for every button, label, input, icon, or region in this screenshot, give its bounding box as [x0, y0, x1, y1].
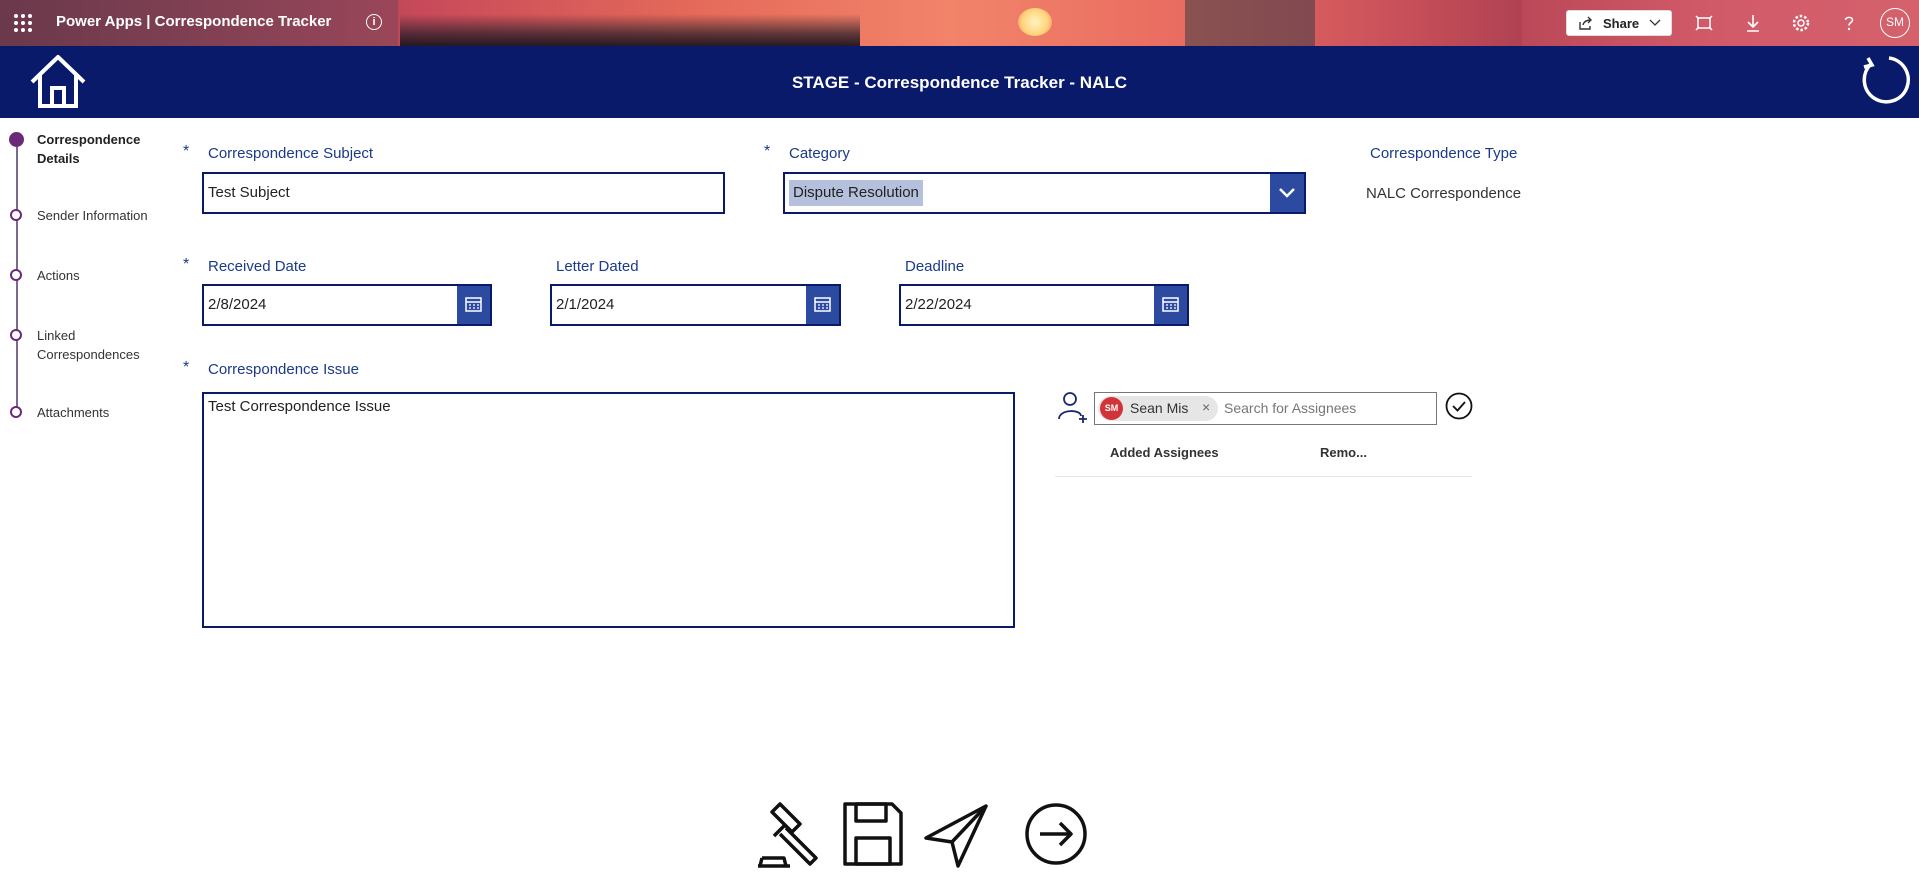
subject-value: Test Subject [208, 184, 290, 201]
dropdown-button[interactable] [1270, 174, 1304, 212]
settings-icon[interactable] [1791, 13, 1811, 33]
step-dot-icon [10, 209, 22, 221]
deadline-picker[interactable]: 2/22/2024 [899, 284, 1189, 326]
category-label: Category [789, 145, 850, 162]
column-header-added-assignees: Added Assignees [1110, 445, 1219, 460]
deadline-value: 2/22/2024 [905, 296, 972, 313]
reload-icon[interactable] [1859, 54, 1911, 106]
palm-tree-silhouette [400, 14, 860, 46]
received-date-value: 2/8/2024 [208, 296, 267, 313]
step-dot-icon [9, 132, 24, 147]
send-icon[interactable] [922, 800, 990, 868]
help-icon[interactable] [1839, 13, 1859, 33]
info-icon[interactable]: i [366, 14, 382, 30]
assignee-search-input[interactable]: Search for Assignees [1224, 400, 1356, 416]
category-dropdown[interactable]: Dispute Resolution [783, 172, 1306, 214]
fit-to-window-icon[interactable] [1694, 13, 1714, 33]
calendar-icon [465, 297, 482, 312]
received-date-label: Received Date [208, 258, 307, 275]
chevron-down-icon [1279, 188, 1295, 198]
chip-avatar: SM [1100, 397, 1123, 420]
share-icon [1579, 16, 1592, 30]
gavel-icon[interactable] [756, 800, 822, 868]
calendar-icon [814, 297, 831, 312]
app-launcher-icon[interactable] [14, 14, 32, 32]
subject-label: Correspondence Subject [208, 145, 374, 162]
confirm-check-icon[interactable] [1445, 392, 1473, 420]
required-marker: * [183, 359, 190, 376]
chevron-down-icon [1649, 19, 1661, 26]
lifeguard-tower [1185, 0, 1315, 46]
add-person-icon[interactable] [1056, 390, 1090, 424]
step-label: Correspondence Details [37, 132, 141, 166]
next-arrow-icon[interactable] [1024, 800, 1088, 868]
calendar-button[interactable] [1154, 286, 1187, 324]
step-label: Attachments [37, 405, 110, 420]
letter-dated-value: 2/1/2024 [556, 296, 615, 313]
save-icon[interactable] [842, 800, 904, 868]
assignee-chip: SM Sean Mis × [1098, 396, 1218, 421]
step-label: Linked Correspondences [37, 328, 140, 362]
sunset-sun [1018, 8, 1052, 36]
assignee-combobox[interactable]: SM Sean Mis × Search for Assignees [1094, 392, 1437, 425]
page-header: STAGE - Correspondence Tracker - NALC [0, 46, 1919, 118]
app-bar: Power Apps | Correspondence Tracker i Sh… [0, 0, 1919, 46]
download-icon[interactable] [1743, 13, 1763, 33]
chip-remove-icon[interactable]: × [1202, 399, 1210, 415]
step-dot-icon [10, 329, 22, 341]
required-marker: * [183, 143, 190, 160]
letter-dated-picker[interactable]: 2/1/2024 [550, 284, 841, 326]
required-marker: * [183, 256, 190, 273]
calendar-button[interactable] [806, 286, 839, 324]
received-date-picker[interactable]: 2/8/2024 [202, 284, 492, 326]
column-header-remove: Remo... [1320, 445, 1367, 460]
calendar-icon [1162, 297, 1179, 312]
share-button[interactable]: Share [1566, 10, 1672, 36]
home-icon[interactable] [28, 52, 88, 110]
step-label: Actions [37, 268, 80, 283]
app-title: Power Apps | Correspondence Tracker [56, 13, 332, 30]
table-divider [1055, 476, 1472, 477]
issue-label: Correspondence Issue [208, 361, 359, 378]
user-avatar[interactable]: SM [1880, 8, 1910, 38]
step-dot-icon [10, 406, 22, 418]
subject-input[interactable]: Test Subject [202, 172, 725, 214]
deadline-label: Deadline [905, 258, 965, 275]
issue-value: Test Correspondence Issue [208, 398, 391, 415]
step-label: Sender Information [37, 208, 148, 223]
type-label: Correspondence Type [1370, 145, 1518, 162]
step-dot-icon [10, 269, 22, 281]
type-value: NALC Correspondence [1366, 185, 1522, 202]
share-label: Share [1603, 16, 1640, 31]
chip-name: Sean Mis [1130, 400, 1189, 416]
page-title: STAGE - Correspondence Tracker - NALC [791, 73, 1128, 92]
category-value: Dispute Resolution [789, 180, 923, 206]
required-marker: * [764, 143, 771, 160]
issue-textarea[interactable]: Test Correspondence Issue [202, 392, 1015, 628]
calendar-button[interactable] [457, 286, 490, 324]
letter-dated-label: Letter Dated [556, 258, 639, 275]
